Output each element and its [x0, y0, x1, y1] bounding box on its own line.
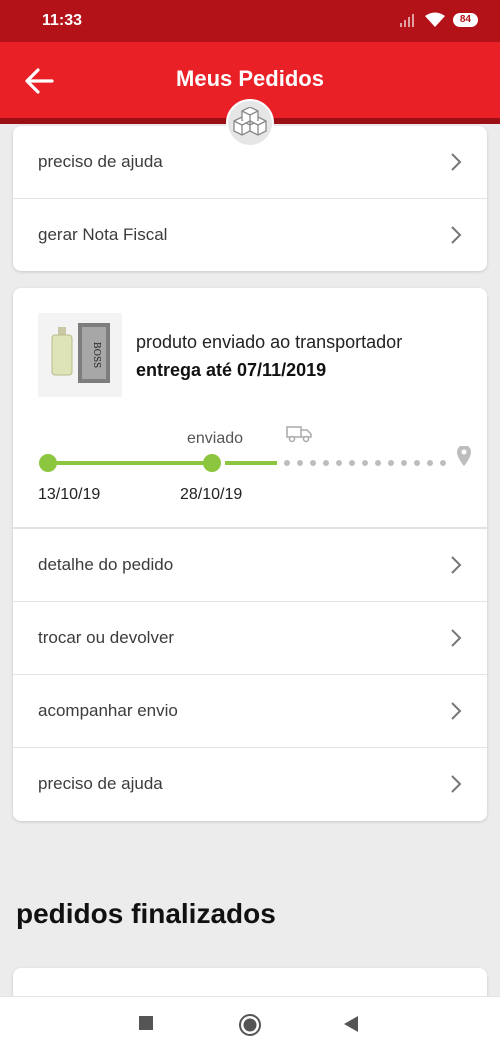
generate-invoice-row[interactable]: gerar Nota Fiscal: [13, 198, 487, 270]
delivery-date: entrega até 07/11/2019: [136, 360, 327, 380]
order-summary: BOSS produto enviado ao transportador en…: [13, 288, 487, 528]
product-image: BOSS: [38, 313, 122, 397]
row-label: detalhe do pedido: [38, 555, 174, 574]
row-label: acompanhar envio: [38, 701, 178, 720]
order-actions-card-top: preciso de ajuda gerar Nota Fiscal: [13, 126, 487, 271]
square-icon[interactable]: [138, 1015, 154, 1031]
svg-text:BOSS: BOSS: [91, 342, 101, 368]
page-title: Meus Pedidos: [176, 66, 324, 91]
help-row[interactable]: preciso de ajuda: [13, 747, 487, 820]
truck-icon: [286, 426, 312, 443]
signal-icon: [399, 14, 414, 27]
circle-icon[interactable]: [238, 1013, 262, 1037]
status-time: 11:33: [42, 12, 83, 29]
order-card: BOSS produto enviado ao transportador en…: [13, 288, 487, 821]
timeline-date-start: 13/10/19: [38, 486, 101, 503]
finished-orders-title: pedidos finalizados: [16, 898, 276, 929]
chevron-right-icon: [451, 556, 462, 574]
timeline-dot-current: [203, 454, 221, 472]
row-label: preciso de ajuda: [38, 774, 163, 793]
row-label: trocar ou devolver: [38, 628, 175, 647]
location-pin-icon: [457, 446, 471, 466]
row-label: preciso de ajuda: [38, 152, 163, 171]
timeline-pending-dots: [284, 460, 446, 466]
status-bar: 11:33 84: [0, 0, 500, 42]
chevron-right-icon: [451, 153, 462, 171]
timeline-date-shipped: 28/10/19: [180, 486, 243, 503]
wifi-icon: [424, 12, 445, 27]
chevron-right-icon: [451, 702, 462, 720]
back-triangle-icon[interactable]: [343, 1015, 359, 1033]
chevron-right-icon: [451, 629, 462, 647]
row-label: gerar Nota Fiscal: [38, 224, 168, 244]
order-detail-row[interactable]: detalhe do pedido: [13, 528, 487, 601]
system-nav-bar: [0, 996, 500, 1056]
track-shipment-row[interactable]: acompanhar envio: [13, 674, 487, 747]
chevron-right-icon: [451, 775, 462, 793]
delivery-timeline: [39, 446, 471, 472]
boxes-icon: [226, 99, 274, 147]
exchange-return-row[interactable]: trocar ou devolver: [13, 601, 487, 674]
timeline-dot-start: [39, 454, 57, 472]
order-status: produto enviado ao transportador: [136, 332, 403, 352]
battery-indicator: 84: [452, 13, 478, 27]
chevron-right-icon: [451, 225, 462, 244]
